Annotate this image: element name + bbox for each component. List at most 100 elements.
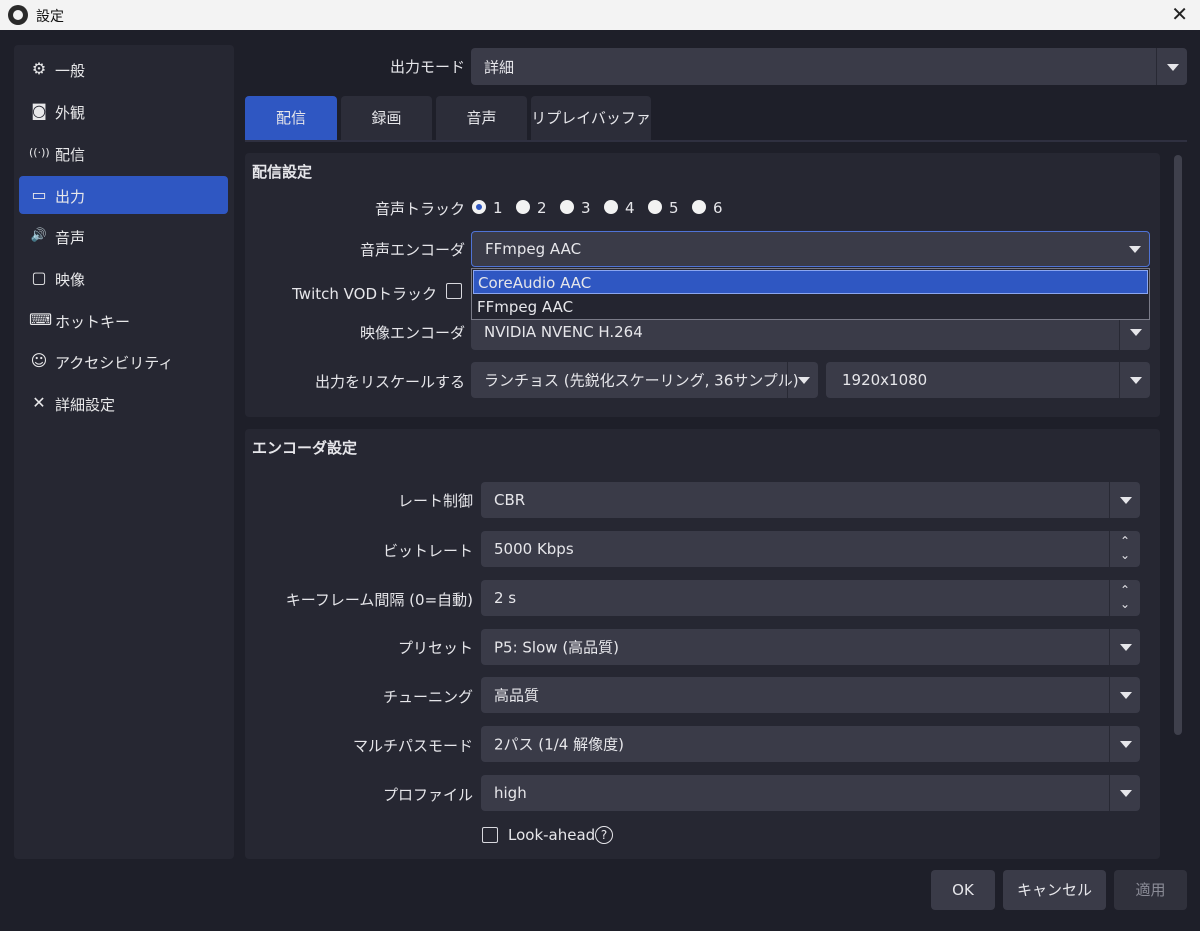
sidebar-item-label: 音声 <box>55 229 86 247</box>
twitch-vod-checkbox[interactable] <box>446 283 462 299</box>
speaker-icon: 🔊 <box>30 228 48 243</box>
obs-logo-icon <box>8 5 28 25</box>
sidebar-item-label: ホットキー <box>55 313 131 331</box>
audio-track-radio-1[interactable] <box>472 200 486 214</box>
sidebar-item-label: 映像 <box>55 271 86 289</box>
rescale-resolution-value: 1920x1080 <box>842 371 928 389</box>
sidebar-item-accessibility[interactable]: ☺ アクセシビリティ <box>19 342 228 380</box>
rate-control-select[interactable]: CBR <box>481 482 1140 518</box>
profile-value: high <box>494 784 527 802</box>
audio-encoder-select[interactable]: FFmpeg AAC <box>471 231 1150 267</box>
output-mode-select[interactable]: 詳細 <box>471 48 1187 85</box>
tuning-label: チューニング <box>382 688 473 706</box>
audio-encoder-label: 音声エンコーダ <box>359 241 465 259</box>
rescale-filter-value: ランチョス (先鋭化スケーリング, 36サンプル) <box>484 371 799 390</box>
chevron-up-icon[interactable]: ⌃ <box>1119 584 1131 596</box>
twitch-vod-label: Twitch VODトラック <box>292 285 437 303</box>
dropdown-option[interactable]: FFmpeg AAC <box>473 295 1148 319</box>
chevron-down-icon[interactable] <box>1109 482 1140 518</box>
sidebar-item-general[interactable]: ⚙ 一般 <box>19 50 228 88</box>
video-encoder-label: 映像エンコーダ <box>359 324 465 342</box>
preset-label: プリセット <box>397 639 473 657</box>
audio-track-radio-label: 1 <box>493 199 503 217</box>
audio-encoder-value: FFmpeg AAC <box>485 240 582 258</box>
chevron-down-icon[interactable] <box>1109 775 1140 811</box>
bitrate-spinbox[interactable]: 5000 Kbps ⌃ ⌄ <box>481 531 1140 567</box>
sidebar-item-advanced[interactable]: ✕ 詳細設定 <box>19 384 228 422</box>
audio-track-radio-6[interactable] <box>692 200 706 214</box>
stream-settings-title: 配信設定 <box>252 163 313 181</box>
tuning-value: 高品質 <box>494 686 540 705</box>
audio-track-radio-5[interactable] <box>648 200 662 214</box>
tools-icon: ✕ <box>32 393 46 412</box>
audio-track-radio-label: 3 <box>581 199 591 217</box>
monitor-icon: ▢ <box>31 268 47 287</box>
keyframe-label: キーフレーム間隔 (0=自動) <box>285 591 473 609</box>
spin-buttons[interactable]: ⌃ ⌄ <box>1109 531 1140 567</box>
chevron-down-icon[interactable] <box>1156 48 1187 85</box>
sidebar-item-video[interactable]: ▢ 映像 <box>19 259 228 297</box>
preset-value: P5: Slow (高品質) <box>494 638 620 657</box>
keyframe-spinbox[interactable]: 2 s ⌃ ⌄ <box>481 580 1140 616</box>
rate-control-value: CBR <box>494 491 526 509</box>
ok-button[interactable]: OK <box>931 870 995 910</box>
rescale-resolution-select[interactable]: 1920x1080 <box>826 362 1150 398</box>
help-icon[interactable]: ? <box>595 826 613 844</box>
chevron-down-icon[interactable]: ⌄ <box>1119 549 1131 561</box>
rate-control-label: レート制御 <box>397 492 473 510</box>
chevron-down-icon[interactable] <box>1119 232 1149 266</box>
title-bar: 設定 ✕ <box>0 0 1200 30</box>
lookahead-label: Look-ahead <box>508 826 596 844</box>
sidebar-item-label: 詳細設定 <box>55 396 116 414</box>
audio-track-label: 音声トラック <box>374 200 465 218</box>
tab-replay-buffer[interactable]: リプレイバッファ <box>531 96 651 140</box>
spin-buttons[interactable]: ⌃ ⌄ <box>1109 580 1140 616</box>
output-mode-value: 詳細 <box>484 58 515 76</box>
tab-audio[interactable]: 音声 <box>436 96 527 140</box>
preset-select[interactable]: P5: Slow (高品質) <box>481 629 1140 665</box>
keyframe-value: 2 s <box>494 589 517 607</box>
audio-track-radio-4[interactable] <box>604 200 618 214</box>
multipass-select[interactable]: 2パス (1/4 解像度) <box>481 726 1140 762</box>
keyboard-icon: ⌨ <box>29 310 53 329</box>
chevron-up-icon[interactable]: ⌃ <box>1119 535 1131 547</box>
cancel-button[interactable]: キャンセル <box>1003 870 1106 910</box>
sidebar: ⚙ 一般 ◙ 外観 ((·)) 配信 ▭ 出力 🔊 音声 ▢ 映像 ⌨ ホットキ… <box>14 45 234 859</box>
chevron-down-icon[interactable] <box>1109 726 1140 762</box>
chevron-down-icon[interactable]: ⌄ <box>1119 598 1131 610</box>
lookahead-checkbox[interactable] <box>482 827 498 843</box>
close-icon[interactable]: ✕ <box>1171 2 1188 26</box>
bitrate-label: ビットレート <box>382 542 473 560</box>
tuning-select[interactable]: 高品質 <box>481 677 1140 713</box>
sidebar-item-label: アクセシビリティ <box>55 354 174 372</box>
dropdown-option[interactable]: CoreAudio AAC <box>473 270 1148 294</box>
sidebar-item-output[interactable]: ▭ 出力 <box>19 176 228 214</box>
chevron-down-icon[interactable] <box>1109 629 1140 665</box>
chevron-down-icon[interactable] <box>787 362 818 398</box>
antenna-icon: ((·)) <box>29 146 50 159</box>
gear-icon: ⚙ <box>31 59 47 78</box>
audio-track-radio-2[interactable] <box>516 200 530 214</box>
audio-track-radio-3[interactable] <box>560 200 574 214</box>
apply-button[interactable]: 適用 <box>1114 870 1187 910</box>
window-title: 設定 <box>36 9 64 25</box>
chevron-down-icon[interactable] <box>1119 362 1150 398</box>
encoder-settings-title: エンコーダ設定 <box>252 439 358 457</box>
sidebar-item-appearance[interactable]: ◙ 外観 <box>19 92 228 130</box>
accessibility-icon: ☺ <box>30 351 48 370</box>
sidebar-item-audio[interactable]: 🔊 音声 <box>19 217 228 255</box>
profile-select[interactable]: high <box>481 775 1140 811</box>
tab-recording[interactable]: 録画 <box>341 96 432 140</box>
tab-stream[interactable]: 配信 <box>245 96 337 140</box>
sidebar-item-label: 外観 <box>55 104 86 122</box>
video-encoder-value: NVIDIA NVENC H.264 <box>484 323 643 341</box>
rescale-filter-select[interactable]: ランチョス (先鋭化スケーリング, 36サンプル) <box>471 362 818 398</box>
chevron-down-icon[interactable] <box>1109 677 1140 713</box>
sidebar-item-stream[interactable]: ((·)) 配信 <box>19 134 228 172</box>
appearance-icon: ◙ <box>31 101 47 120</box>
sidebar-item-label: 配信 <box>55 146 86 164</box>
bitrate-value: 5000 Kbps <box>494 540 574 558</box>
scrollbar-thumb[interactable] <box>1174 155 1182 735</box>
audio-track-radio-label: 4 <box>625 199 635 217</box>
sidebar-item-hotkeys[interactable]: ⌨ ホットキー <box>19 301 228 339</box>
